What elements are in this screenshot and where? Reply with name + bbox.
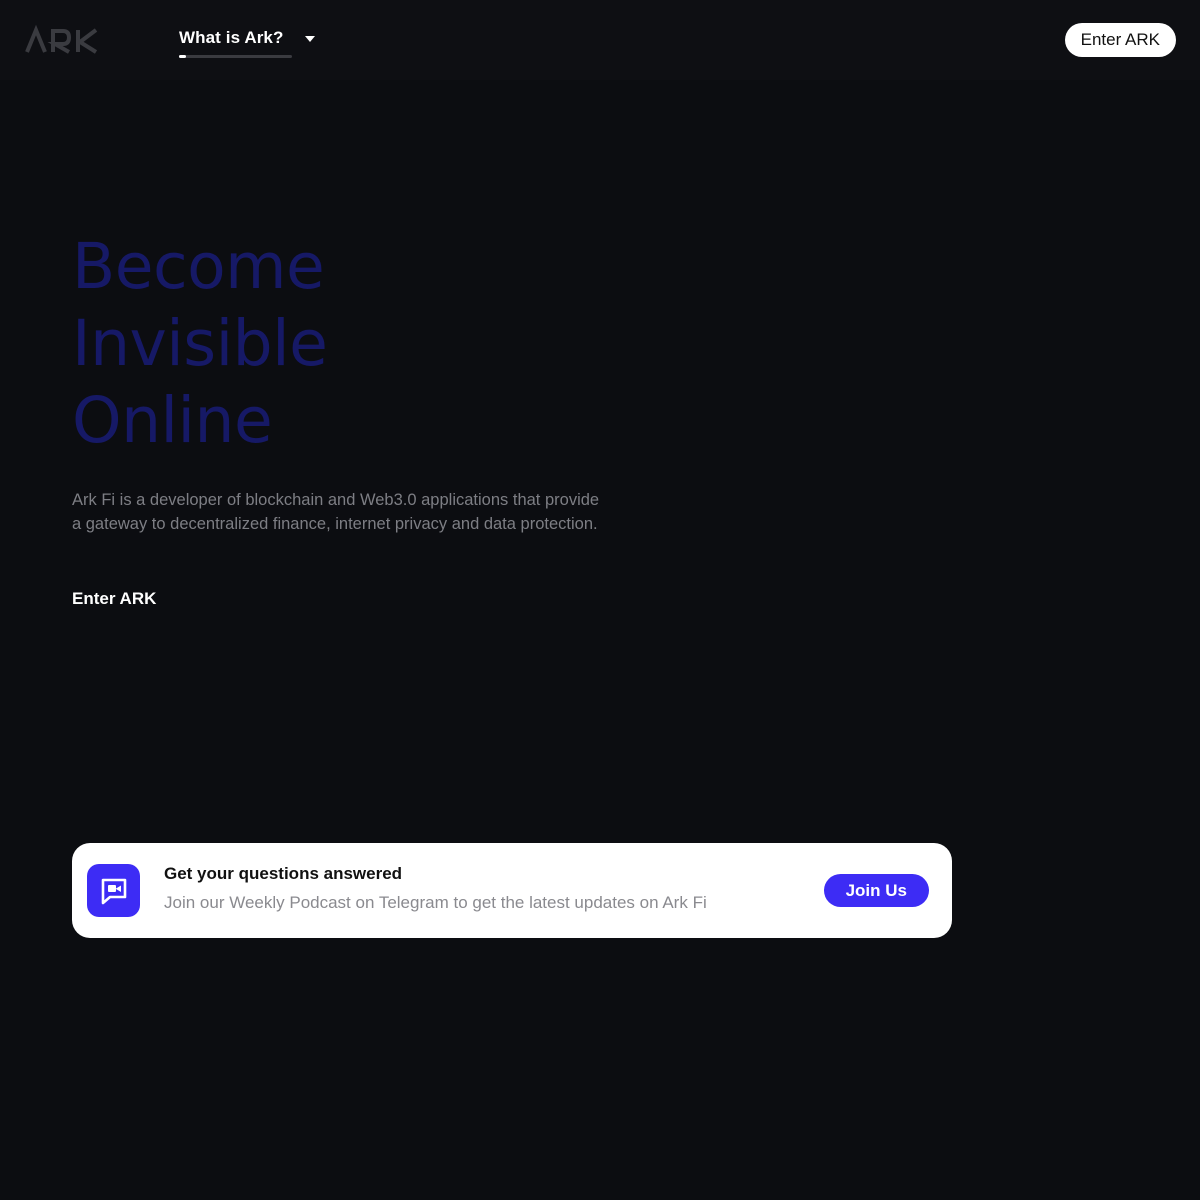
hero-enter-ark-link[interactable]: Enter ARK	[72, 589, 156, 609]
nav-underline	[179, 55, 292, 58]
podcast-card: Get your questions answered Join our Wee…	[72, 843, 952, 938]
hero-title: Become Invisible Online	[72, 228, 328, 459]
nav-label-wrap: What is Ark?	[179, 28, 292, 58]
podcast-card-title: Get your questions answered	[164, 864, 403, 883]
hero-title-line: Online	[72, 384, 273, 457]
hero-description: Ark Fi is a developer of blockchain and …	[72, 491, 600, 533]
enter-ark-button[interactable]: Enter ARK	[1064, 23, 1176, 57]
join-us-button[interactable]: Join Us	[823, 874, 929, 907]
hero-title-line: Invisible	[72, 307, 328, 380]
ark-logo[interactable]	[24, 22, 100, 58]
site-header: What is Ark? Enter ARK	[0, 0, 1200, 80]
nav-what-is-ark[interactable]: What is Ark?	[179, 28, 316, 58]
podcast-card-subtitle: Join our Weekly Podcast on Telegram to g…	[164, 893, 707, 912]
caret-down-icon[interactable]	[305, 36, 316, 42]
hero-title-line: Become	[72, 230, 325, 303]
video-chat-icon	[87, 864, 140, 917]
nav-underline-indicator	[179, 55, 186, 58]
ark-logo-icon	[25, 24, 98, 54]
nav-label: What is Ark?	[179, 28, 284, 47]
